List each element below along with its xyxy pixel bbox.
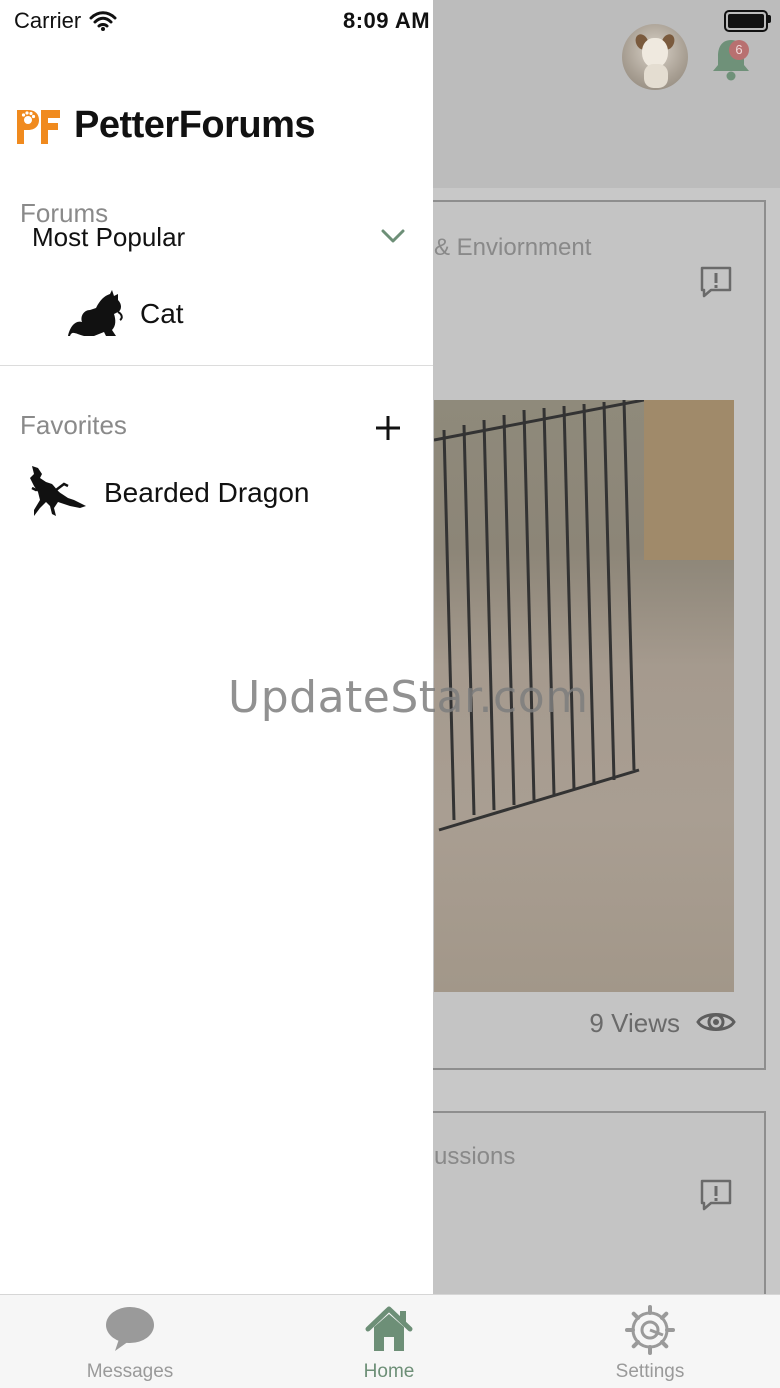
side-drawer: PetterForums Forums Most Popular Cat Fav… — [0, 0, 433, 1294]
post-category: & Enviornment — [434, 234, 592, 261]
report-icon[interactable] — [698, 264, 734, 300]
notification-badge: 6 — [729, 40, 749, 60]
forum-item-cat[interactable]: Cat — [66, 290, 184, 338]
app-title: PetterForums — [74, 104, 316, 146]
profile-avatar[interactable] — [622, 24, 688, 90]
bearded-dragon-icon — [30, 466, 86, 516]
favorite-item-label: Bearded Dragon — [104, 477, 310, 508]
bell-icon[interactable] — [708, 34, 754, 82]
chat-bubble-icon — [106, 1307, 154, 1351]
forum-sort-select[interactable]: Most Popular — [32, 222, 185, 253]
section-divider — [0, 365, 433, 366]
tab-messages[interactable]: Messages — [30, 1295, 230, 1388]
app-logo: PetterForums — [14, 104, 316, 147]
forum-item-label: Cat — [140, 298, 184, 329]
add-favorite-icon[interactable] — [374, 414, 402, 442]
post-category: ussions — [434, 1143, 516, 1170]
home-icon — [365, 1306, 413, 1351]
battery-icon — [724, 10, 768, 32]
eye-icon — [696, 1013, 736, 1031]
wifi-icon — [89, 11, 117, 31]
tab-label: Messages — [86, 1361, 174, 1382]
status-carrier: Carrier — [14, 8, 117, 34]
battery-tip — [768, 15, 771, 23]
paw-logo-icon — [17, 109, 60, 144]
post-card[interactable]: & Enviornment 9 Views — [420, 200, 766, 1070]
tab-label: Settings — [615, 1361, 685, 1382]
cat-icon — [68, 290, 123, 336]
watermark: UpdateStar.com — [228, 672, 589, 723]
gear-icon — [625, 1305, 675, 1355]
report-icon[interactable] — [698, 1177, 734, 1213]
favorite-item-bearded-dragon[interactable]: Bearded Dragon — [28, 464, 309, 522]
view-count: 9 Views — [589, 1008, 680, 1038]
tab-label: Home — [363, 1361, 415, 1382]
carrier-label: Carrier — [14, 8, 82, 33]
tab-bar: Messages Home Settings — [0, 1294, 780, 1388]
tab-settings[interactable]: Settings — [550, 1295, 750, 1388]
status-time: 8:09 AM — [343, 8, 431, 33]
chevron-down-icon[interactable] — [380, 226, 406, 246]
tab-home[interactable]: Home — [289, 1295, 489, 1388]
favorites-section-label: Favorites — [20, 410, 127, 440]
